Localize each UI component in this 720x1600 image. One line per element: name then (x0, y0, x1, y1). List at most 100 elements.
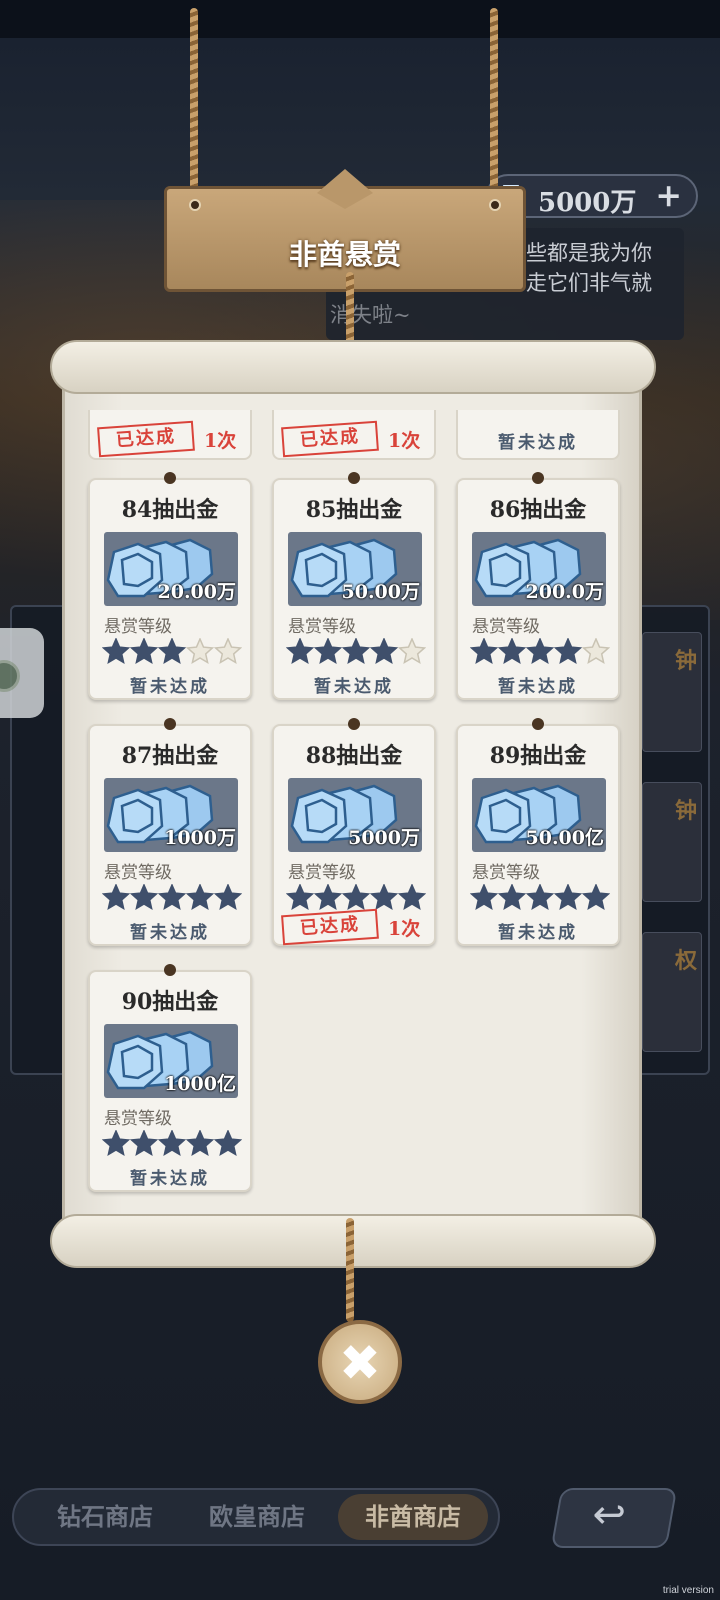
star-filled-icon (341, 884, 371, 911)
star-filled-icon (369, 638, 399, 665)
bounty-level-label: 悬赏等级 (288, 617, 356, 637)
bounty-title: 86抽出金 (489, 497, 587, 523)
bounty-card: 86抽出金 200.0万 悬赏等级 暂未达成 (456, 472, 620, 700)
star-filled-icon (553, 638, 583, 665)
nail-icon (489, 199, 501, 211)
bounty-card: 90抽出金 1000亿 悬赏等级 暂未达成 (88, 964, 252, 1192)
close-icon: ✖ (339, 1334, 381, 1392)
bounty-status: 暂未达成 (498, 433, 578, 453)
bounty-level-label: 悬赏等级 (288, 863, 356, 883)
reward-amount: 50.00亿 (525, 827, 605, 849)
title-signboard: 非酋悬赏 (164, 186, 526, 292)
star-filled-icon (313, 638, 343, 665)
star-filled-icon (341, 638, 371, 665)
bounty-title: 90抽出金 (121, 989, 219, 1015)
bounty-title: 84抽出金 (121, 497, 219, 523)
rope (490, 8, 498, 208)
star-filled-icon (157, 638, 187, 665)
star-rating (286, 884, 426, 911)
achieved-stamp: 已达成 (281, 908, 379, 946)
watermark: trial version (662, 1585, 714, 1596)
side-drawer-handle[interactable] (0, 628, 44, 718)
star-filled-icon (470, 884, 499, 911)
star-filled-icon (185, 1130, 215, 1157)
pin-icon (532, 718, 544, 730)
star-filled-icon (581, 884, 610, 911)
speech-line: 消失啦~ (330, 303, 411, 327)
bounty-level-label: 悬赏等级 (472, 863, 540, 883)
star-filled-icon (497, 884, 527, 911)
achieved-stamp: 已达成 (281, 420, 379, 458)
pin-icon (532, 472, 544, 484)
star-rating (470, 884, 610, 911)
achieved-stamp: 已达成 (97, 420, 195, 458)
star-rating (286, 638, 426, 665)
reward-box: 20.00万 (104, 532, 238, 606)
reward-amount: 20.00万 (157, 581, 237, 603)
bounty-card: 89抽出金 50.00亿 悬赏等级 暂未达成 (456, 718, 620, 946)
pin-icon (164, 718, 176, 730)
star-filled-icon (470, 638, 499, 665)
star-filled-icon (185, 884, 215, 911)
reward-box: 5000万 (288, 778, 422, 852)
bounty-status: 暂未达成 (498, 923, 578, 943)
bounty-card: 85抽出金 50.00万悬赏等级暂未达成 (272, 472, 436, 700)
achieved-count: 1次 (204, 430, 237, 452)
star-filled-icon (129, 884, 159, 911)
speech-line: 走它们非气就 (526, 271, 652, 295)
tab-unlucky-shop[interactable]: 非酋商店 (338, 1494, 488, 1540)
star-empty-icon (581, 638, 610, 665)
bounty-card: 88抽出金 5000万悬赏等级已达成 1次 (272, 718, 436, 946)
rope (190, 8, 198, 208)
star-filled-icon (553, 884, 583, 911)
reward-amount: 1000万 (164, 827, 236, 849)
add-currency-button[interactable]: + (655, 176, 682, 214)
star-filled-icon (286, 638, 315, 665)
star-empty-icon (213, 638, 242, 665)
scroll-top-rod (50, 340, 656, 394)
close-button[interactable]: ✖ (318, 1320, 402, 1404)
star-filled-icon (102, 1130, 131, 1157)
currency-amount: 5000万 (538, 188, 637, 218)
star-filled-icon (397, 884, 426, 911)
star-filled-icon (286, 884, 315, 911)
pin-icon (348, 472, 360, 484)
bounty-title: 85抽出金 (305, 497, 403, 523)
star-rating (102, 1130, 242, 1157)
nail-icon (189, 199, 201, 211)
star-filled-icon (213, 1130, 242, 1157)
page-title: 非酋悬赏 (288, 238, 401, 271)
bounty-status: 暂未达成 (130, 1169, 210, 1189)
star-filled-icon (369, 884, 399, 911)
pin-icon (164, 964, 176, 976)
star-empty-icon (185, 638, 215, 665)
bounty-title: 87抽出金 (121, 743, 219, 769)
rope (346, 1218, 354, 1322)
star-filled-icon (129, 638, 159, 665)
tab-lucky-shop[interactable]: 欧皇商店 (182, 1494, 332, 1540)
star-rating (470, 638, 610, 665)
back-button[interactable]: ↩ (550, 1488, 678, 1548)
pin-icon (164, 472, 176, 484)
bounty-status: 暂未达成 (314, 677, 394, 697)
tab-diamond-shop[interactable]: 钻石商店 (30, 1494, 180, 1540)
reward-amount: 50.00万 (341, 581, 421, 603)
bounty-level-label: 悬赏等级 (472, 617, 540, 637)
achieved-count: 1次 (388, 918, 421, 940)
reward-box: 50.00万 (288, 532, 422, 606)
achieved-count: 1次 (388, 430, 421, 452)
reward-amount: 1000亿 (164, 1073, 236, 1095)
star-filled-icon (213, 884, 242, 911)
star-filled-icon (497, 638, 527, 665)
background-shop-item: 钟 (642, 782, 702, 902)
background-shop-item: 钟 (642, 632, 702, 752)
star-rating (102, 638, 242, 665)
bounty-title: 88抽出金 (305, 743, 403, 769)
star-filled-icon (102, 884, 131, 911)
bounty-card-partial: 已达成 1次 (272, 410, 436, 460)
reward-box: 50.00亿 (472, 778, 606, 852)
reward-amount: 200.0万 (525, 581, 605, 603)
star-filled-icon (313, 884, 343, 911)
star-filled-icon (157, 1130, 187, 1157)
bounty-level-label: 悬赏等级 (104, 617, 172, 637)
